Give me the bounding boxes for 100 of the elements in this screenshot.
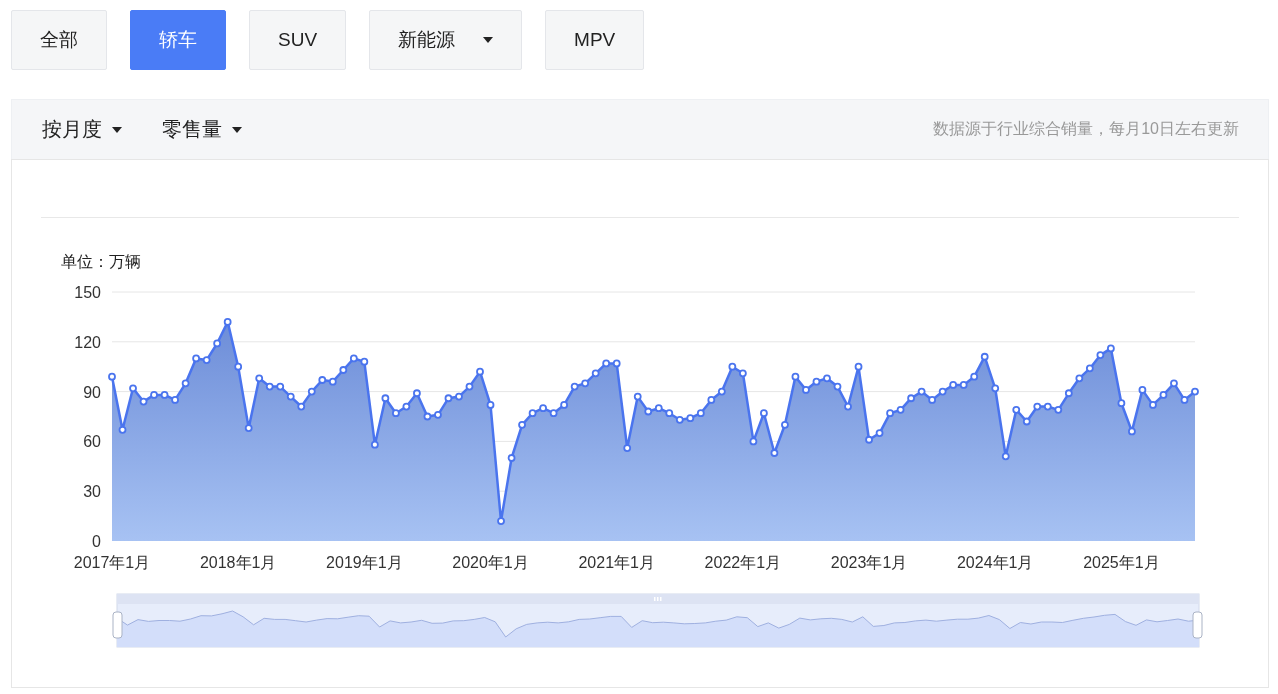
data-point bbox=[1138, 386, 1147, 394]
data-point bbox=[455, 392, 463, 401]
data-point bbox=[1180, 396, 1189, 404]
data-point bbox=[392, 409, 400, 418]
data-point bbox=[581, 379, 590, 388]
data-point bbox=[1096, 351, 1105, 359]
data-point bbox=[181, 379, 190, 388]
unit-label: 单位：万辆 bbox=[61, 253, 141, 270]
axis-tick-label: 60 bbox=[83, 433, 101, 451]
data-point bbox=[938, 387, 947, 396]
data-point bbox=[486, 401, 495, 409]
data-point bbox=[1033, 402, 1042, 411]
category-tab[interactable]: SUV bbox=[249, 10, 347, 70]
data-point bbox=[286, 392, 295, 401]
data-point bbox=[1170, 379, 1178, 388]
data-point bbox=[760, 409, 768, 418]
axis-tick-label: 2024年1月 bbox=[956, 554, 1034, 571]
axis-tick-label: 2018年1月 bbox=[199, 554, 277, 571]
period-dropdown[interactable]: 按月度 bbox=[42, 116, 122, 143]
data-point bbox=[171, 396, 179, 404]
axis-tick-label: 0 bbox=[92, 533, 101, 550]
data-point bbox=[602, 359, 611, 368]
data-point bbox=[591, 369, 600, 378]
data-point bbox=[717, 387, 726, 396]
axis-tick-label: 90 bbox=[83, 383, 101, 401]
data-point bbox=[728, 362, 737, 371]
category-tab[interactable]: 全部 bbox=[11, 10, 107, 70]
data-point bbox=[381, 394, 390, 403]
data-point bbox=[1107, 344, 1115, 353]
data-source-note: 数据源于行业综合销量，每月10日左右更新 bbox=[933, 119, 1239, 139]
data-point bbox=[265, 382, 274, 391]
data-point bbox=[160, 391, 169, 399]
data-point bbox=[192, 354, 200, 363]
data-point bbox=[402, 402, 411, 411]
axis-tick-label: 150 bbox=[74, 284, 101, 301]
axis-tick-label: 2021年1月 bbox=[578, 554, 655, 571]
data-point bbox=[223, 318, 232, 326]
data-point bbox=[1075, 374, 1084, 383]
data-point bbox=[307, 387, 316, 396]
data-point bbox=[623, 444, 632, 452]
category-tab[interactable]: 轿车 bbox=[130, 10, 226, 70]
data-point bbox=[1054, 405, 1063, 414]
data-point bbox=[549, 409, 558, 418]
data-point bbox=[833, 382, 842, 391]
data-point bbox=[1012, 405, 1021, 414]
axis-tick-label: 2022年1月 bbox=[704, 554, 782, 571]
axis-tick-label: 2020年1月 bbox=[452, 554, 529, 571]
data-point bbox=[812, 377, 821, 386]
category-tab[interactable]: 新能源 bbox=[369, 10, 523, 70]
data-point bbox=[665, 409, 674, 418]
data-point bbox=[1159, 391, 1168, 399]
data-point bbox=[276, 382, 285, 391]
data-point bbox=[423, 412, 432, 421]
data-point bbox=[202, 356, 211, 364]
data-point bbox=[791, 372, 800, 381]
data-point bbox=[244, 424, 253, 432]
data-point bbox=[612, 359, 621, 368]
data-point bbox=[1064, 389, 1073, 398]
category-tab[interactable]: MPV bbox=[545, 10, 645, 70]
data-point bbox=[444, 394, 453, 403]
data-point bbox=[854, 362, 863, 371]
axis-tick-label: 2019年1月 bbox=[326, 554, 403, 571]
data-point bbox=[150, 391, 158, 399]
data-point bbox=[675, 415, 684, 424]
data-point bbox=[1001, 452, 1010, 461]
data-point bbox=[738, 369, 747, 378]
data-point bbox=[108, 372, 116, 381]
data-point bbox=[476, 367, 484, 376]
data-point bbox=[1117, 399, 1126, 408]
data-point bbox=[507, 454, 516, 462]
data-point bbox=[339, 366, 348, 374]
data-point bbox=[297, 402, 306, 411]
data-point bbox=[633, 392, 642, 401]
metric-dropdown[interactable]: 零售量 bbox=[162, 116, 242, 143]
data-point bbox=[686, 414, 695, 423]
data-point bbox=[528, 409, 537, 418]
axis-tick-label: 2025年1月 bbox=[1083, 554, 1160, 571]
data-point bbox=[823, 374, 831, 383]
data-point bbox=[886, 409, 894, 418]
data-point bbox=[413, 389, 421, 398]
data-point bbox=[234, 362, 243, 371]
data-point bbox=[560, 401, 569, 409]
data-point bbox=[360, 357, 369, 366]
zoom-slider[interactable] bbox=[112, 593, 1203, 648]
data-point bbox=[696, 409, 705, 418]
data-point bbox=[129, 384, 137, 393]
data-point bbox=[518, 420, 526, 429]
data-point bbox=[970, 372, 979, 381]
data-point bbox=[497, 517, 505, 525]
data-point bbox=[370, 440, 379, 449]
axis-tick-label: 2023年1月 bbox=[830, 554, 908, 571]
data-point bbox=[1191, 387, 1199, 396]
data-point bbox=[465, 382, 474, 391]
data-point bbox=[844, 402, 852, 411]
data-point bbox=[802, 386, 810, 394]
data-point bbox=[991, 384, 1000, 393]
data-point bbox=[865, 435, 873, 444]
data-point bbox=[1085, 364, 1094, 373]
data-point bbox=[118, 425, 127, 434]
data-point bbox=[770, 449, 779, 457]
